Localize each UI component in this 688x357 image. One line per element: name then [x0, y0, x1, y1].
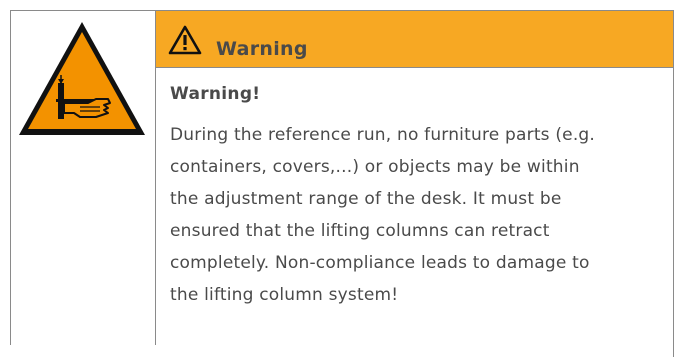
- warning-text: During the reference run, no furniture p…: [170, 125, 596, 305]
- hazard-icon-cell: [10, 10, 156, 345]
- warning-triangle-icon: [168, 25, 202, 55]
- warning-notice: Warning Warning! During the reference ru…: [10, 10, 674, 357]
- hand-crush-warning-icon: [19, 22, 145, 135]
- warning-header: Warning: [156, 10, 674, 67]
- warning-heading: Warning!: [170, 84, 261, 104]
- warning-header-title: Warning: [216, 38, 308, 60]
- warning-body: Warning! During the reference run, no fu…: [156, 67, 674, 357]
